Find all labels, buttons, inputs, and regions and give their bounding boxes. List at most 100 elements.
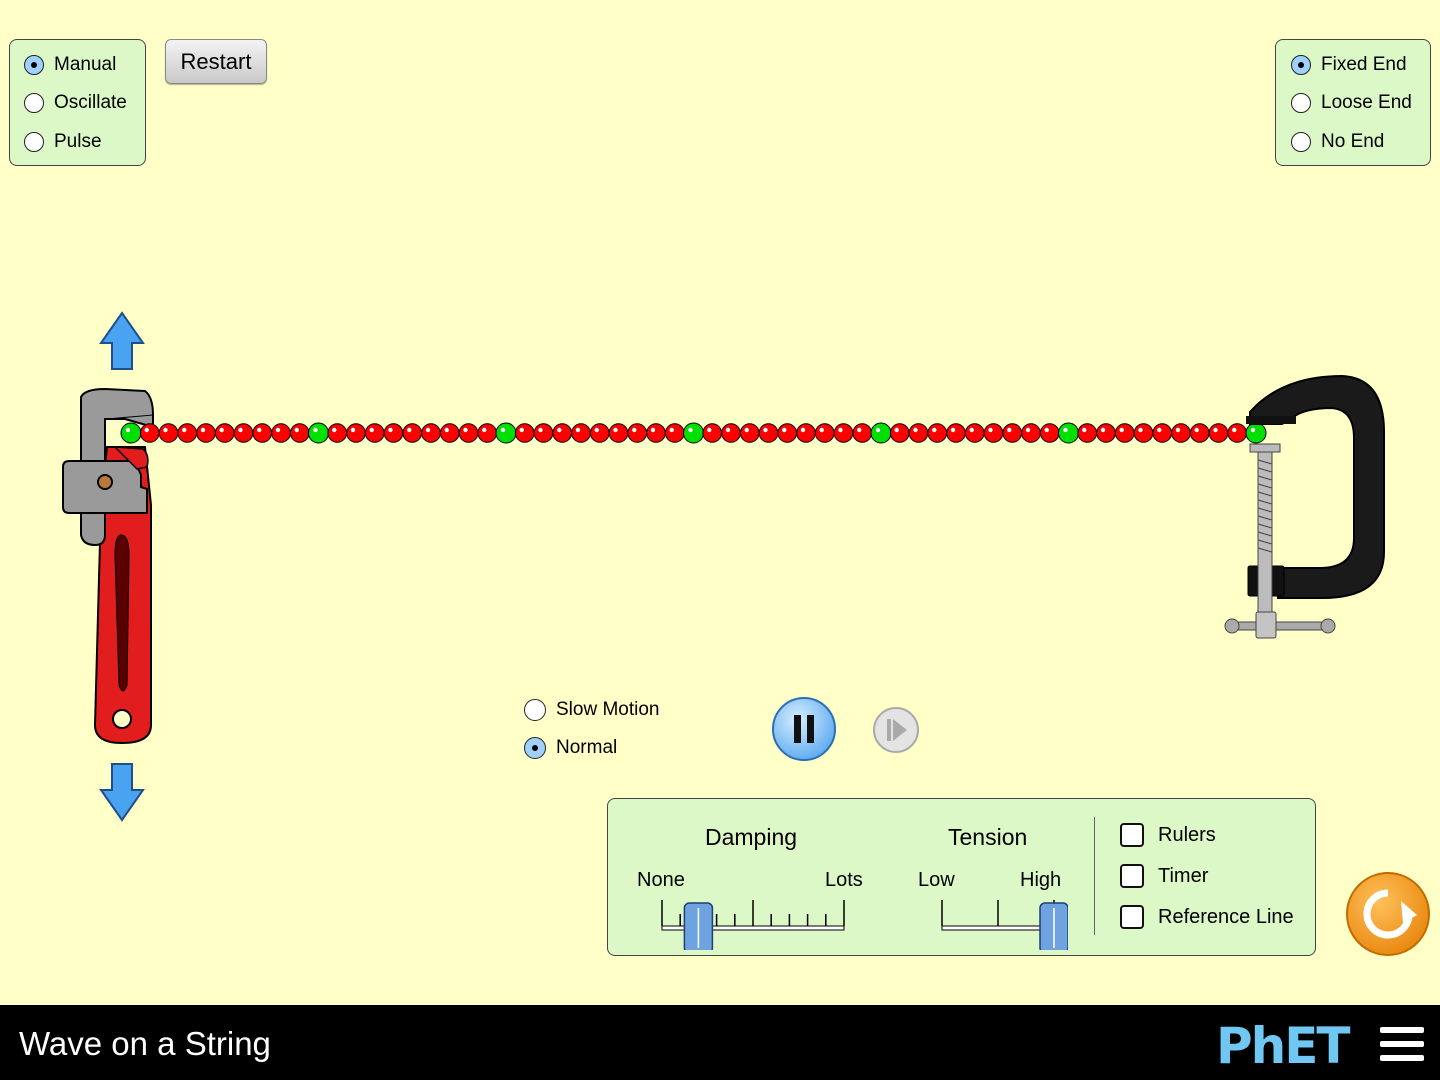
bead-highlight [463, 427, 468, 433]
bead-red [364, 423, 385, 443]
bead-highlight [1007, 427, 1012, 433]
bead-red [571, 423, 591, 443]
bead-red [402, 423, 423, 443]
up-arrow-icon[interactable] [99, 311, 145, 371]
bead-highlight [1194, 427, 1199, 433]
bead-red [721, 423, 741, 443]
slow-motion-radio[interactable]: Slow Motion [524, 699, 660, 721]
bead-highlight [238, 427, 243, 433]
bead-green [1058, 422, 1079, 444]
bead-red [458, 423, 479, 443]
mode-pulse-radio[interactable]: Pulse [24, 131, 102, 153]
bead-highlight [650, 427, 656, 433]
rulers-label: Rulers [1158, 823, 1216, 846]
bead-highlight [388, 427, 393, 433]
bead-highlight [838, 427, 843, 433]
hamburger-menu-icon[interactable] [1380, 1027, 1424, 1065]
bead-red [439, 423, 460, 443]
radio-button[interactable] [524, 699, 546, 721]
radio-button[interactable] [24, 93, 44, 113]
bead-highlight [875, 427, 881, 433]
mode-oscillate-label: Oscillate [54, 92, 127, 113]
down-arrow-icon[interactable] [99, 762, 145, 822]
bead-highlight [332, 427, 337, 433]
mode-panel: Manual Oscillate Pulse [9, 39, 146, 166]
bead-red [796, 423, 816, 443]
bead-highlight [782, 427, 787, 433]
bead-red [1096, 423, 1116, 443]
clamp-icon [1224, 374, 1385, 639]
radio-button[interactable] [1291, 132, 1311, 152]
bead-red [533, 423, 554, 443]
navigation-bar: Wave on a String PhET [0, 1005, 1440, 1080]
bead-red [1189, 423, 1210, 443]
bead-highlight [275, 427, 281, 433]
bead-red [477, 423, 498, 443]
bead-red [702, 423, 723, 443]
bead-highlight [1175, 427, 1181, 433]
radio-button[interactable] [1291, 93, 1311, 113]
checkbox[interactable] [1120, 905, 1144, 929]
slow-motion-label: Slow Motion [556, 699, 660, 720]
reference-line-label: Reference Line [1158, 905, 1294, 928]
bead-red [177, 423, 198, 443]
checkbox[interactable] [1120, 864, 1144, 888]
phet-logo[interactable]: PhET [1216, 1017, 1351, 1075]
mode-pulse-label: Pulse [54, 131, 102, 152]
bead-highlight [969, 427, 974, 433]
no-end-label: No End [1321, 131, 1385, 152]
bead-highlight [369, 427, 374, 433]
bead-highlight [482, 427, 487, 433]
bead-red [1171, 423, 1191, 443]
bead-red [289, 423, 310, 443]
tension-slider[interactable] [928, 894, 1068, 950]
timer-label: Timer [1158, 864, 1209, 887]
reset-all-button[interactable] [1345, 871, 1431, 957]
bead-red [421, 423, 441, 443]
loose-end-radio[interactable]: Loose End [1291, 92, 1412, 114]
mode-oscillate-radio[interactable]: Oscillate [24, 92, 127, 114]
bead-red [608, 423, 629, 443]
bead-red [777, 423, 798, 443]
bead-highlight [857, 427, 862, 433]
bead-red [908, 423, 929, 443]
bead-red [139, 423, 160, 443]
pause-button[interactable] [771, 696, 837, 762]
bead-highlight [1100, 427, 1106, 433]
no-end-radio[interactable]: No End [1291, 131, 1384, 153]
mode-manual-label: Manual [54, 54, 117, 75]
radio-button[interactable] [24, 132, 44, 152]
bead-highlight [575, 427, 581, 433]
bead-highlight [182, 427, 187, 433]
loose-end-label: Loose End [1321, 92, 1412, 113]
bead-highlight [744, 427, 749, 433]
checkbox[interactable] [1120, 823, 1144, 847]
bead-red [627, 423, 648, 443]
normal-speed-radio[interactable]: Normal [524, 737, 617, 759]
bead-red [833, 423, 854, 443]
fixed-end-radio[interactable]: Fixed End [1291, 54, 1407, 76]
reference-line-checkbox[interactable]: Reference Line [1120, 905, 1294, 929]
bead-highlight [819, 427, 824, 433]
bead-highlight [894, 427, 899, 433]
radio-button[interactable] [24, 55, 44, 75]
radio-button[interactable] [1291, 55, 1311, 75]
rulers-checkbox[interactable]: Rulers [1120, 823, 1216, 847]
restart-button[interactable]: Restart [165, 39, 267, 84]
bead-red [1039, 423, 1060, 443]
damping-max-label: Lots [825, 869, 863, 891]
bead-red [646, 423, 666, 443]
bead-highlight [200, 427, 206, 433]
tension-max-label: High [1020, 869, 1062, 891]
step-button[interactable] [872, 706, 920, 754]
bead-highlight [613, 427, 618, 433]
mode-manual-radio[interactable]: Manual [24, 54, 116, 76]
bead-red [758, 423, 779, 443]
slider-track [941, 925, 1055, 931]
timer-checkbox[interactable]: Timer [1120, 864, 1208, 888]
bead-red [964, 423, 985, 443]
bead-red [271, 423, 291, 443]
damping-slider[interactable] [648, 894, 858, 950]
bead-highlight [1157, 427, 1162, 433]
radio-button[interactable] [524, 737, 546, 759]
